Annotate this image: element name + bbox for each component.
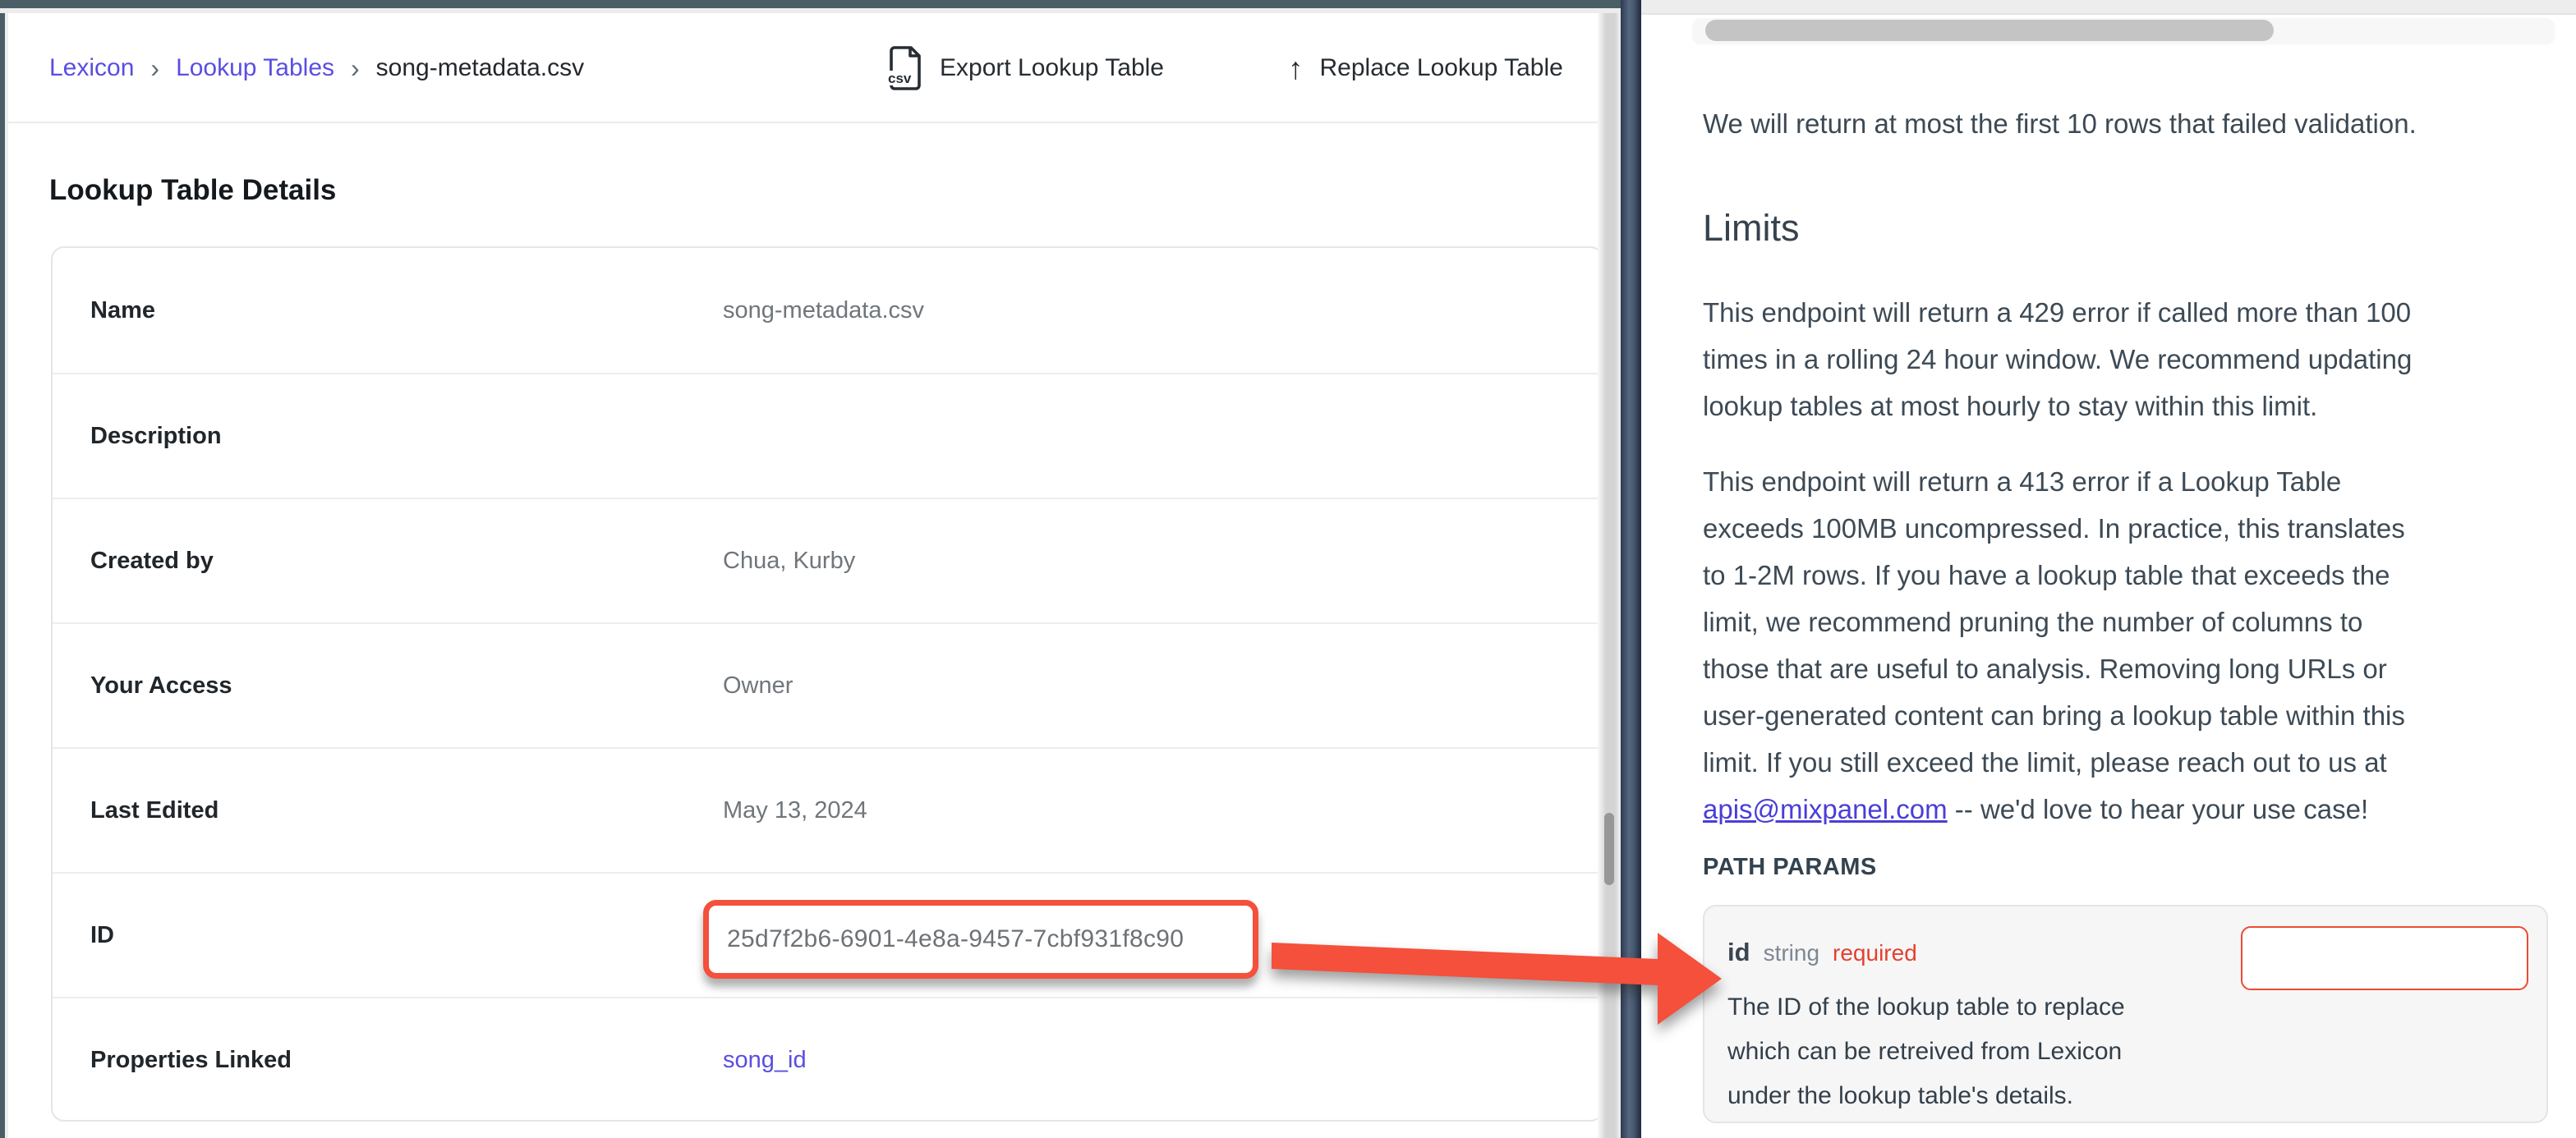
breadcrumb-link-lookup-tables[interactable]: Lookup Tables bbox=[176, 54, 334, 82]
param-description-line: under the lookup table's details. bbox=[1727, 1074, 2125, 1118]
paragraph-line: those that are useful to analysis. Remov… bbox=[1703, 645, 2405, 692]
paragraph-line: lookup tables at most hourly to stay wit… bbox=[1703, 383, 2412, 429]
song-id-link[interactable]: song_id bbox=[723, 1047, 807, 1074]
detail-row-your-access: Your Access Owner bbox=[53, 622, 1598, 747]
lexicon-header: Lexicon › Lookup Tables › song-metadata.… bbox=[8, 13, 1598, 123]
paragraph-line: This endpoint will return a 429 error if… bbox=[1703, 289, 2412, 336]
param-required-badge: required bbox=[1833, 940, 1917, 966]
paragraph-line: limit, we recommend pruning the number o… bbox=[1703, 599, 2405, 645]
row-label: Created by bbox=[90, 548, 214, 575]
paragraph-line: This endpoint will return a 413 error if… bbox=[1703, 458, 2405, 505]
upload-arrow-icon: ↑ bbox=[1288, 53, 1304, 84]
paragraph-line: user-generated content can bring a looku… bbox=[1703, 692, 2405, 739]
docs-horizontal-scrollbar-thumb[interactable] bbox=[1705, 20, 2274, 41]
page-title: Lookup Table Details bbox=[49, 174, 336, 207]
details-card: Name song-metadata.csv Description Creat… bbox=[51, 246, 1598, 1122]
row-value: song-metadata.csv bbox=[723, 297, 924, 324]
row-label: Last Edited bbox=[90, 797, 218, 824]
row-label: ID bbox=[90, 922, 114, 949]
lookup-table-id-value: 25d7f2b6-6901-4e8a-9457-7cbf931f8c90 bbox=[727, 925, 1184, 953]
docs-intro-text: We will return at most the first 10 rows… bbox=[1703, 100, 2565, 147]
svg-text:csv: csv bbox=[888, 71, 912, 86]
param-description-line: The ID of the lookup table to replace bbox=[1727, 985, 2125, 1030]
row-value: Chua, Kurby bbox=[723, 548, 855, 575]
limits-paragraph-2: This endpoint will return a 413 error if… bbox=[1703, 458, 2405, 833]
support-email-link[interactable]: apis@mixpanel.com bbox=[1703, 794, 1948, 824]
breadcrumb-link-lexicon[interactable]: Lexicon bbox=[49, 54, 134, 82]
screen: Lexicon › Lookup Tables › song-metadata.… bbox=[0, 0, 2576, 1138]
row-label: Description bbox=[90, 423, 222, 450]
limits-heading: Limits bbox=[1703, 207, 1800, 250]
docs-panel-top-strip bbox=[1641, 0, 2576, 15]
detail-row-name: Name song-metadata.csv bbox=[53, 248, 1598, 373]
breadcrumb-chevron-icon: › bbox=[349, 53, 361, 84]
param-description-line: which can be retreived from Lexicon bbox=[1727, 1030, 2125, 1074]
left-window-scrollbar-thumb[interactable] bbox=[1604, 813, 1614, 885]
id-param-card: id string required The ID of the lookup … bbox=[1703, 905, 2548, 1123]
window-divider bbox=[1621, 0, 1641, 1138]
breadcrumb: Lexicon › Lookup Tables › song-metadata.… bbox=[49, 13, 584, 123]
paragraph-tail: -- we'd love to hear your use case! bbox=[1948, 794, 2369, 824]
row-label: Your Access bbox=[90, 672, 232, 700]
export-button-label: Export Lookup Table bbox=[940, 54, 1164, 82]
id-param-input[interactable] bbox=[2241, 926, 2528, 990]
param-type: string bbox=[1764, 940, 1819, 966]
id-highlight-annotation: 25d7f2b6-6901-4e8a-9457-7cbf931f8c90 bbox=[703, 900, 1258, 979]
docs-horizontal-scrollbar[interactable] bbox=[1692, 18, 2555, 43]
window-chrome-top-strip bbox=[0, 0, 1621, 8]
paragraph-line: to 1-2M rows. If you have a lookup table… bbox=[1703, 552, 2405, 599]
paragraph-line: apis@mixpanel.com -- we'd love to hear y… bbox=[1703, 786, 2405, 833]
param-name: id bbox=[1727, 938, 1750, 967]
path-params-heading: PATH PARAMS bbox=[1703, 854, 1877, 881]
row-label: Name bbox=[90, 297, 155, 324]
id-param-header: id string required bbox=[1727, 938, 1917, 967]
detail-row-last-edited: Last Edited May 13, 2024 bbox=[53, 747, 1598, 872]
row-value: May 13, 2024 bbox=[723, 797, 867, 824]
csv-file-icon: csv bbox=[886, 46, 923, 90]
left-window-vertical-scrollbar[interactable] bbox=[1598, 13, 1621, 1138]
row-label: Properties Linked bbox=[90, 1047, 292, 1074]
paragraph-line: limit. If you still exceed the limit, pl… bbox=[1703, 739, 2405, 786]
replace-button-label: Replace Lookup Table bbox=[1320, 54, 1563, 82]
param-description: The ID of the lookup table to replace wh… bbox=[1727, 985, 2125, 1118]
paragraph-line: exceeds 100MB uncompressed. In practice,… bbox=[1703, 505, 2405, 552]
export-lookup-table-button[interactable]: csv Export Lookup Table bbox=[886, 13, 1164, 123]
limits-paragraph-1: This endpoint will return a 429 error if… bbox=[1703, 289, 2412, 429]
detail-row-created-by: Created by Chua, Kurby bbox=[53, 498, 1598, 622]
paragraph-line: times in a rolling 24 hour window. We re… bbox=[1703, 336, 2412, 383]
docs-panel: We will return at most the first 10 rows… bbox=[1641, 0, 2576, 1138]
detail-row-properties-linked: Properties Linked song_id bbox=[53, 997, 1598, 1122]
breadcrumb-current-file: song-metadata.csv bbox=[376, 54, 584, 82]
detail-row-description: Description bbox=[53, 373, 1598, 498]
replace-lookup-table-button[interactable]: ↑ Replace Lookup Table bbox=[1288, 13, 1563, 123]
row-value: Owner bbox=[723, 672, 793, 700]
breadcrumb-chevron-icon: › bbox=[149, 53, 161, 84]
